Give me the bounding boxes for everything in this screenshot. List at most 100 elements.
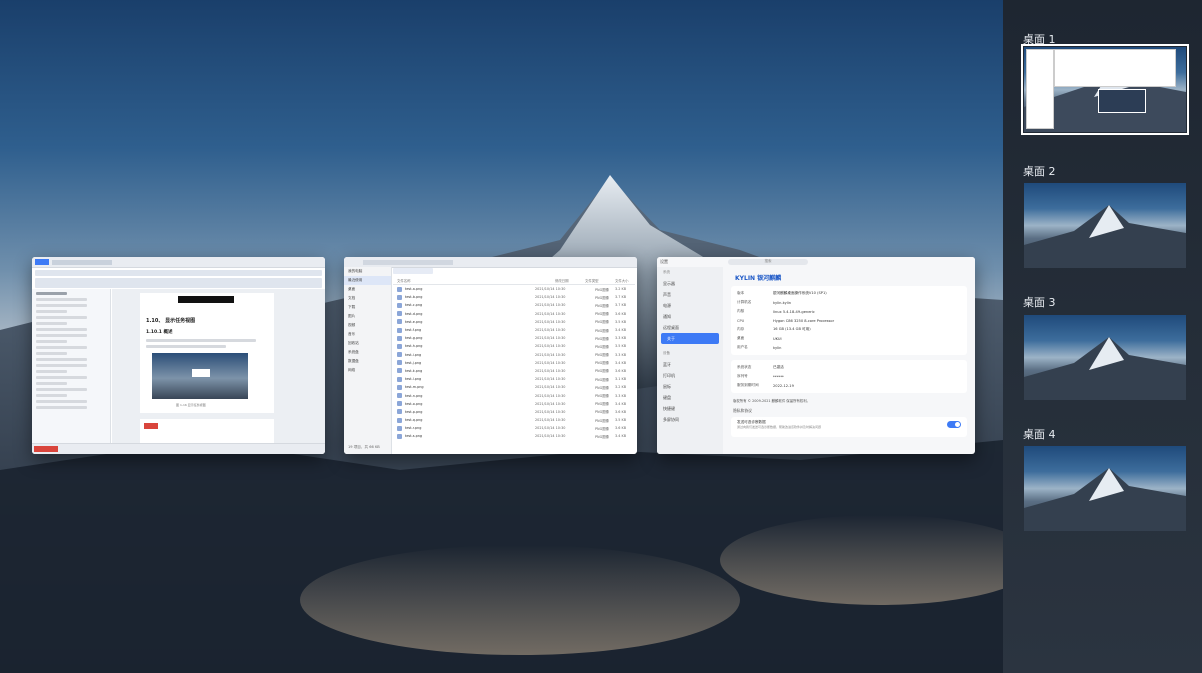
info-row: 内核 linux 5.4.18-49-generic	[737, 307, 961, 316]
file-date: 2021/10/14 10:30	[535, 418, 566, 423]
document-page-area: 1.10、 显示任务视图 1.10.1 概述 图 1-16 显示任务视图	[112, 289, 325, 449]
info-value: 银河麒麟桌面操作系统V10 (SP1)	[773, 291, 827, 295]
image-file-icon	[397, 401, 402, 407]
settings-search-input[interactable]: 搜索	[728, 259, 808, 265]
settings-sidebar-item[interactable]: 声音	[657, 289, 723, 300]
file-name: test-r.png	[405, 426, 422, 431]
file-size: 3.2 KB	[615, 385, 627, 390]
file-size: 3.5 KB	[615, 418, 627, 423]
settings-sidebar-item[interactable]: 显示器	[657, 278, 723, 289]
file-name: test-e.png	[405, 319, 423, 324]
file-row[interactable]: test-r.png 2021/10/14 10:30 PNG图像 3.6 KB	[393, 424, 635, 432]
settings-sidebar-item[interactable]: 蓝牙	[657, 359, 723, 370]
info-key: 序列号	[737, 374, 748, 378]
mini-window-image	[1098, 89, 1146, 113]
copyright-text: 版权所有 © 2009-2021 麒麟软件 保留所有权利。	[733, 399, 811, 403]
settings-sidebar-item[interactable]: 快捷键	[657, 403, 723, 414]
file-name: test-g.png	[405, 336, 423, 341]
file-row[interactable]: test-l.png 2021/10/14 10:30 PNG图像 3.1 KB	[393, 375, 635, 383]
settings-sidebar-item[interactable]: 打印机	[657, 370, 723, 381]
file-date: 2021/10/14 10:30	[535, 352, 566, 357]
info-row: 桌面 UKUI	[737, 334, 961, 343]
file-size: 3.5 KB	[615, 319, 627, 324]
image-file-icon	[397, 302, 402, 308]
settings-sidebar-item[interactable]: 多屏协同	[657, 414, 723, 425]
file-row[interactable]: test-g.png 2021/10/14 10:30 PNG图像 3.3 KB	[393, 334, 635, 342]
desktop-background[interactable]: 1.10、 显示任务视图 1.10.1 概述 图 1-16 显示任务视图 我的电…	[0, 0, 1003, 673]
file-row[interactable]: test-h.png 2021/10/14 10:30 PNG图像 3.5 KB	[393, 342, 635, 350]
image-file-icon	[397, 360, 402, 366]
fm-sidebar-item[interactable]: 最近使用	[344, 276, 391, 285]
file-row[interactable]: test-f.png 2021/10/14 10:30 PNG图像 3.4 KB	[393, 326, 635, 334]
fm-sidebar-item[interactable]: 回收站	[344, 339, 391, 348]
workspace-thumbnail-3[interactable]	[1024, 315, 1186, 400]
settings-sidebar-item[interactable]: 键盘	[657, 392, 723, 403]
settings-sidebar-item-about[interactable]: 关于	[661, 333, 719, 344]
fm-sidebar-item[interactable]: 网络	[344, 366, 391, 375]
file-type: PNG图像	[595, 377, 609, 382]
file-row[interactable]: test-i.png 2021/10/14 10:30 PNG图像 3.3 KB	[393, 351, 635, 359]
file-type: PNG图像	[595, 287, 609, 292]
diagnostics-toggle[interactable]	[947, 421, 961, 428]
settings-sidebar-item[interactable]: 通知	[657, 311, 723, 322]
document-window-thumbnail[interactable]: 1.10、 显示任务视图 1.10.1 概述 图 1-16 显示任务视图	[32, 257, 325, 454]
image-file-icon	[397, 352, 402, 358]
image-file-icon	[397, 409, 402, 415]
file-name: test-h.png	[405, 344, 423, 349]
document-statusbar	[32, 443, 325, 454]
settings-sidebar-item[interactable]: 电源	[657, 300, 723, 311]
file-row[interactable]: test-c.png 2021/10/14 10:30 PNG图像 3.7 KB	[393, 301, 635, 309]
fm-sidebar-item[interactable]: 图片	[344, 312, 391, 321]
info-row: 序列号 ******	[737, 372, 961, 381]
mini-window-doc	[1054, 49, 1176, 87]
file-type: PNG图像	[595, 361, 609, 366]
file-row[interactable]: test-d.png 2021/10/14 10:30 PNG图像 3.6 KB	[393, 310, 635, 318]
info-row: 系统状态 已激活	[737, 363, 961, 372]
file-row[interactable]: test-q.png 2021/10/14 10:30 PNG图像 3.5 KB	[393, 416, 635, 424]
fm-sidebar-item[interactable]: 数据盘	[344, 357, 391, 366]
image-file-icon	[397, 417, 402, 423]
fm-sidebar-item[interactable]: 我的电脑	[344, 267, 391, 276]
fm-sidebar-item[interactable]: 桌面	[344, 285, 391, 294]
settings-titlebar: 设置 搜索	[657, 257, 975, 267]
workspace-thumbnail-4[interactable]	[1024, 446, 1186, 531]
workspace-thumbnail-1[interactable]	[1021, 44, 1189, 135]
file-row[interactable]: test-p.png 2021/10/14 10:30 PNG图像 3.6 KB	[393, 408, 635, 416]
file-row[interactable]: test-a.png 2021/10/14 10:30 PNG图像 3.2 KB	[393, 285, 635, 293]
image-file-icon	[397, 425, 402, 431]
fm-sidebar-item[interactable]: 视频	[344, 321, 391, 330]
info-key: 版本	[737, 291, 745, 295]
fm-sidebar-item[interactable]: 音乐	[344, 330, 391, 339]
settings-sidebar-item[interactable]: 远程桌面	[657, 322, 723, 333]
fm-sidebar-item[interactable]: 文档	[344, 294, 391, 303]
file-type: PNG图像	[595, 410, 609, 415]
fm-sidebar-item[interactable]: 系统盘	[344, 348, 391, 357]
image-file-icon	[397, 286, 402, 292]
info-row: 计算机名 kylin-kylin	[737, 298, 961, 307]
file-name: test-p.png	[405, 409, 423, 414]
workspace-thumbnail-2[interactable]	[1024, 183, 1186, 268]
doc-caption: 图 1-16 显示任务视图	[176, 403, 206, 407]
file-row[interactable]: test-j.png 2021/10/14 10:30 PNG图像 3.4 KB	[393, 359, 635, 367]
file-row[interactable]: test-e.png 2021/10/14 10:30 PNG图像 3.5 KB	[393, 318, 635, 326]
file-size: 3.1 KB	[615, 377, 627, 382]
file-row[interactable]: test-n.png 2021/10/14 10:30 PNG图像 3.3 KB	[393, 391, 635, 399]
settings-window-thumbnail[interactable]: 设置 搜索 系统 显示器 声音 电源 通知 远程桌面 关于 设备 蓝牙 打印机 …	[657, 257, 975, 454]
file-type: PNG图像	[595, 312, 609, 317]
file-size: 3.6 KB	[615, 409, 627, 414]
file-manager-window-thumbnail[interactable]: 我的电脑 最近使用 桌面 文档 下载 图片 视频 音乐 回收站 系统盘 数据盘 …	[344, 257, 637, 454]
activation-card: 系统状态 已激活 序列号 ****** 服务到期时间 2022-12-19	[731, 360, 967, 393]
file-row[interactable]: test-k.png 2021/10/14 10:30 PNG图像 3.6 KB	[393, 367, 635, 375]
file-date: 2021/10/14 10:30	[535, 409, 566, 414]
file-date: 2021/10/14 10:30	[535, 328, 566, 333]
fm-tab[interactable]	[393, 268, 433, 274]
kylin-logo: KYLIN 银河麒麟	[735, 275, 782, 282]
file-name: test-o.png	[405, 401, 423, 406]
file-row[interactable]: test-b.png 2021/10/14 10:30 PNG图像 3.7 KB	[393, 293, 635, 301]
file-row[interactable]: test-o.png 2021/10/14 10:30 PNG图像 3.4 KB	[393, 400, 635, 408]
settings-sidebar-item[interactable]: 鼠标	[657, 381, 723, 392]
file-size: 3.4 KB	[615, 360, 627, 365]
file-row[interactable]: test-s.png 2021/10/14 10:30 PNG图像 3.4 KB	[393, 432, 635, 440]
fm-sidebar-item[interactable]: 下载	[344, 303, 391, 312]
file-row[interactable]: test-m.png 2021/10/14 10:30 PNG图像 3.2 KB	[393, 383, 635, 391]
